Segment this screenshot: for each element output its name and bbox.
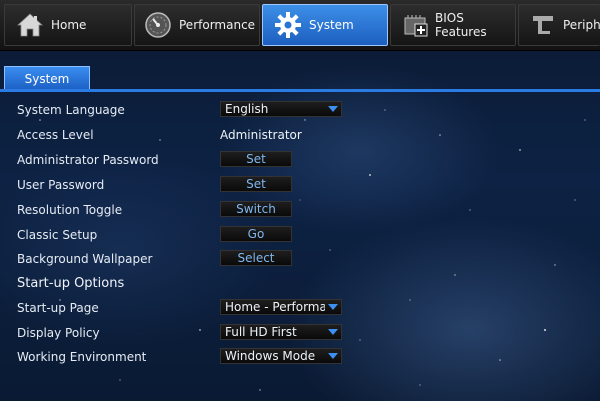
bios-features-icon bbox=[401, 10, 431, 40]
startup-options-heading: Start-up Options bbox=[17, 276, 125, 291]
working-environment-label: Working Environment bbox=[17, 350, 147, 364]
startup-page-label: Start-up Page bbox=[17, 301, 99, 315]
subtab-divider bbox=[0, 89, 600, 92]
tab-system[interactable]: System bbox=[262, 4, 388, 46]
tab-bios-features-line1: BIOS bbox=[435, 11, 464, 25]
tab-peripherals[interactable]: Peripheral bbox=[518, 4, 600, 46]
tab-system-label: System bbox=[309, 18, 354, 32]
background-wallpaper-label: Background Wallpaper bbox=[17, 252, 153, 266]
tab-home-label: Home bbox=[51, 18, 87, 32]
tab-performance-label: Performance bbox=[179, 18, 256, 32]
admin-password-label: Administrator Password bbox=[17, 153, 159, 167]
chevron-down-icon bbox=[327, 104, 339, 114]
chevron-down-icon bbox=[327, 302, 339, 312]
tab-home[interactable]: Home bbox=[4, 4, 132, 46]
display-policy-select[interactable]: Full HD First bbox=[220, 324, 342, 340]
tab-bios-features[interactable]: BIOS Features bbox=[390, 4, 516, 46]
chevron-down-icon bbox=[327, 327, 339, 337]
system-language-select[interactable]: English bbox=[220, 101, 342, 117]
tab-performance[interactable]: Performance bbox=[134, 4, 260, 46]
display-policy-label: Display Policy bbox=[17, 326, 100, 340]
classic-setup-label: Classic Setup bbox=[17, 228, 98, 242]
tab-peripherals-label: Peripheral bbox=[563, 18, 600, 32]
user-password-label: User Password bbox=[17, 178, 105, 192]
chevron-down-icon bbox=[327, 351, 339, 361]
tab-bios-features-line2: Features bbox=[435, 25, 487, 39]
tab-bios-features-label: BIOS Features bbox=[435, 11, 487, 39]
system-language-value: English bbox=[225, 102, 269, 116]
peripherals-icon bbox=[529, 10, 557, 40]
row-resolution-toggle: Resolution Toggle bbox=[17, 200, 577, 220]
subtab-system[interactable]: System bbox=[4, 66, 90, 90]
resolution-toggle-label: Resolution Toggle bbox=[17, 203, 123, 217]
classic-setup-go-button[interactable]: Go bbox=[220, 226, 292, 242]
working-environment-value: Windows Mode bbox=[225, 349, 316, 363]
home-icon bbox=[15, 10, 45, 40]
access-level-value: Administrator bbox=[220, 128, 302, 142]
top-navigation-bar: Home Performance System BIOS Features Pe… bbox=[0, 0, 600, 51]
row-classic-setup: Classic Setup bbox=[17, 225, 577, 245]
subtab-bar: System bbox=[0, 64, 600, 92]
working-environment-select[interactable]: Windows Mode bbox=[220, 348, 342, 364]
admin-password-set-button[interactable]: Set bbox=[220, 151, 292, 167]
gear-icon bbox=[273, 10, 303, 40]
startup-page-select[interactable]: Home - Performance bbox=[220, 299, 342, 315]
access-level-label: Access Level bbox=[17, 128, 94, 142]
row-background-wallpaper: Background Wallpaper bbox=[17, 249, 577, 269]
resolution-switch-button[interactable]: Switch bbox=[220, 201, 292, 217]
row-user-password: User Password bbox=[17, 175, 577, 195]
user-password-set-button[interactable]: Set bbox=[220, 176, 292, 192]
display-policy-value: Full HD First bbox=[225, 325, 297, 339]
background-wallpaper-select-button[interactable]: Select bbox=[220, 250, 292, 266]
startup-page-value: Home - Performance bbox=[225, 300, 325, 314]
system-language-label: System Language bbox=[17, 103, 125, 117]
gauge-icon bbox=[143, 10, 173, 40]
row-admin-password: Administrator Password bbox=[17, 150, 577, 170]
